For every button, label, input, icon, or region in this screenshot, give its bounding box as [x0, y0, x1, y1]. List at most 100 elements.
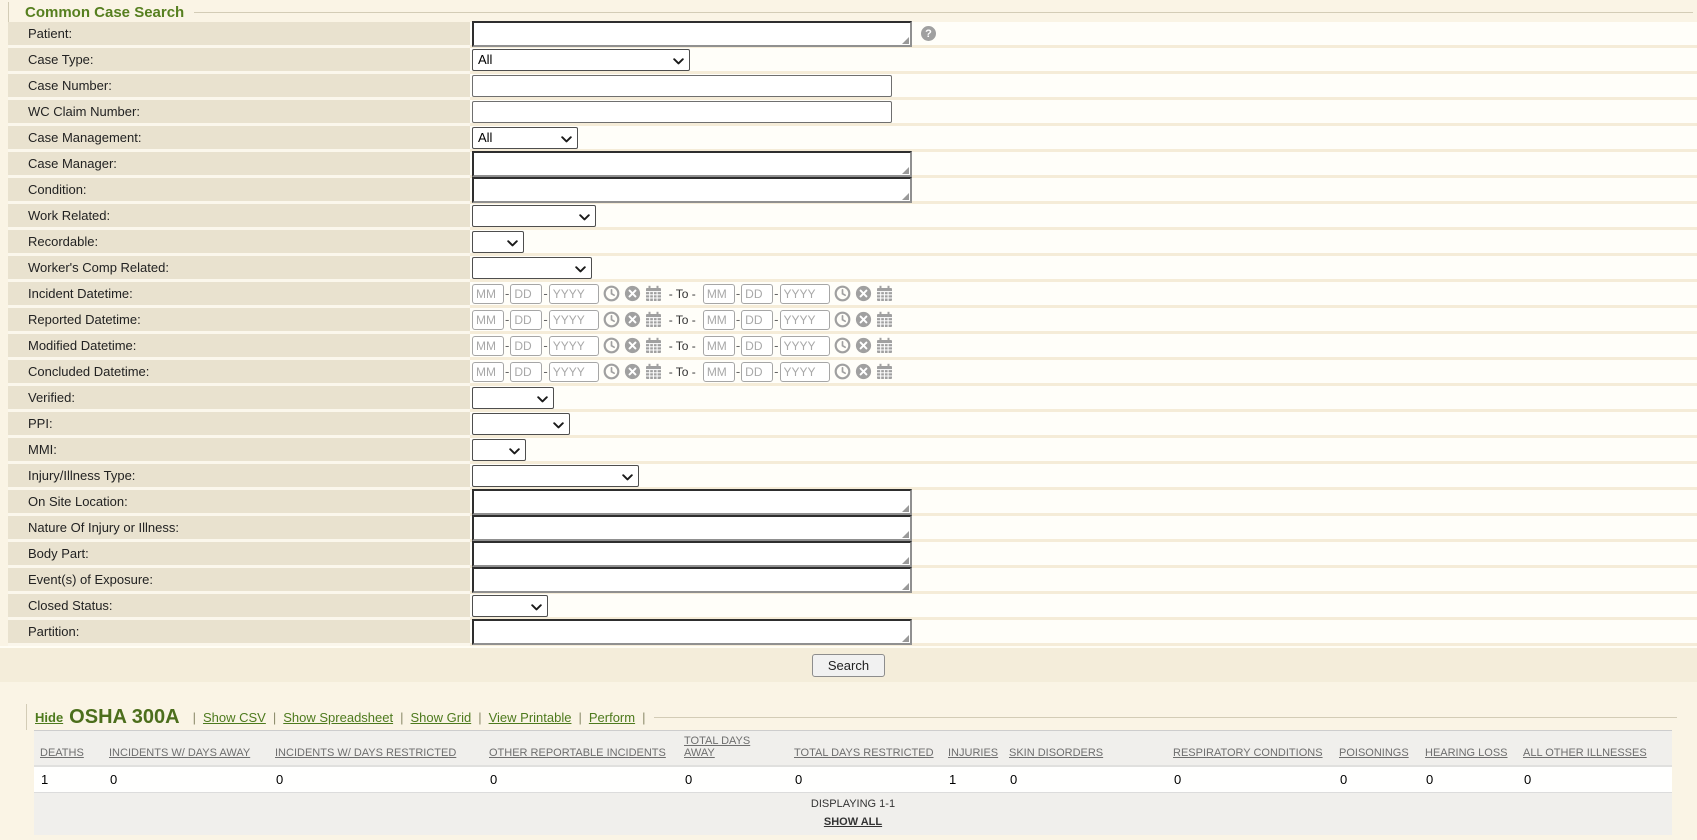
column-header-other-reportable-incidents[interactable]: OTHER REPORTABLE INCIDENTS: [483, 730, 678, 767]
recordable-select[interactable]: [472, 230, 524, 253]
resize-grip-icon[interactable]: [902, 582, 909, 590]
clear-date-icon[interactable]: [624, 337, 641, 354]
modified_datetime-to-dd-input[interactable]: [741, 335, 774, 356]
mmi-select[interactable]: [472, 438, 526, 461]
resize-grip-icon[interactable]: [902, 166, 909, 174]
calendar-icon[interactable]: [876, 363, 893, 380]
show-all-link[interactable]: SHOW ALL: [824, 816, 882, 828]
resize-grip-icon[interactable]: [902, 192, 909, 200]
on_site_location-field[interactable]: [472, 488, 912, 515]
calendar-icon[interactable]: [645, 337, 662, 354]
concluded_datetime-to-yyyy-input[interactable]: [779, 361, 830, 382]
body_part-field[interactable]: [472, 540, 912, 567]
incident_datetime-from-dd-input[interactable]: [510, 283, 543, 304]
concluded_datetime-from-mm-input[interactable]: [472, 361, 504, 382]
injury_illness_type-select[interactable]: [472, 464, 639, 487]
clock-icon[interactable]: [603, 285, 620, 302]
workers_comp_related-select[interactable]: [472, 256, 592, 279]
case_number-input[interactable]: [472, 74, 892, 97]
calendar-icon[interactable]: [876, 311, 893, 328]
resize-grip-icon[interactable]: [902, 530, 909, 538]
reported_datetime-to-mm-input[interactable]: [702, 309, 735, 330]
modified_datetime-to-date-group: --: [702, 335, 893, 356]
hide-link[interactable]: Hide: [35, 710, 63, 725]
ppi-select[interactable]: [472, 412, 570, 435]
modified_datetime-to-mm-input[interactable]: [702, 335, 735, 356]
column-header-all-other-illnesses[interactable]: ALL OTHER ILLNESSES: [1517, 730, 1672, 767]
concluded_datetime-from-dd-input[interactable]: [510, 361, 543, 382]
clear-date-icon[interactable]: [855, 311, 872, 328]
search-button[interactable]: Search: [811, 653, 886, 677]
partition-field[interactable]: [472, 618, 912, 645]
clock-icon[interactable]: [603, 363, 620, 380]
view-printable-link[interactable]: View Printable: [489, 710, 572, 725]
clear-date-icon[interactable]: [624, 311, 641, 328]
modified_datetime-to-yyyy-input[interactable]: [779, 335, 830, 356]
resize-grip-icon[interactable]: [902, 504, 909, 512]
help-icon[interactable]: ?: [921, 26, 936, 41]
clock-icon[interactable]: [834, 285, 851, 302]
show-spreadsheet-link[interactable]: Show Spreadsheet: [283, 710, 393, 725]
clear-date-icon[interactable]: [855, 337, 872, 354]
perform-link[interactable]: Perform: [589, 710, 635, 725]
clear-date-icon[interactable]: [855, 363, 872, 380]
condition-field[interactable]: [472, 176, 912, 203]
incident_datetime-from-mm-input[interactable]: [472, 283, 504, 304]
incident_datetime-from-yyyy-input[interactable]: [548, 283, 599, 304]
chevron-down-icon: [531, 603, 542, 611]
form-row-injury_illness_type: Injury/Illness Type:: [8, 464, 1697, 490]
reported_datetime-to-yyyy-input[interactable]: [779, 309, 830, 330]
case_type-select[interactable]: All: [472, 48, 690, 71]
column-header-incidents-w-days-restricted[interactable]: INCIDENTS W/ DAYS RESTRICTED: [269, 730, 483, 767]
incident_datetime-to-dd-input[interactable]: [741, 283, 774, 304]
events_of_exposure-field[interactable]: [472, 566, 912, 593]
case_manager-field[interactable]: [472, 150, 912, 177]
modified_datetime-from-dd-input[interactable]: [510, 335, 543, 356]
clock-icon[interactable]: [834, 337, 851, 354]
nature_of_injury-field[interactable]: [472, 514, 912, 541]
clear-date-icon[interactable]: [855, 285, 872, 302]
column-header-poisonings[interactable]: POISONINGS: [1333, 730, 1419, 767]
calendar-icon[interactable]: [645, 285, 662, 302]
column-header-skin-disorders[interactable]: SKIN DISORDERS: [1003, 730, 1167, 767]
column-header-incidents-w-days-away[interactable]: INCIDENTS W/ DAYS AWAY: [103, 730, 269, 767]
reported_datetime-from-dd-input[interactable]: [510, 309, 543, 330]
column-header-total-days-restricted[interactable]: TOTAL DAYS RESTRICTED: [788, 730, 942, 767]
column-header-respiratory-conditions[interactable]: RESPIRATORY CONDITIONS: [1167, 730, 1333, 767]
clear-date-icon[interactable]: [624, 285, 641, 302]
incident_datetime-to-mm-input[interactable]: [702, 283, 735, 304]
concluded_datetime-to-mm-input[interactable]: [702, 361, 735, 382]
show-grid-link[interactable]: Show Grid: [411, 710, 472, 725]
column-header-deaths[interactable]: DEATHS: [34, 730, 103, 767]
calendar-icon[interactable]: [645, 363, 662, 380]
column-header-injuries[interactable]: INJURIES: [942, 730, 1003, 767]
clear-date-icon[interactable]: [624, 363, 641, 380]
reported_datetime-from-mm-input[interactable]: [472, 309, 504, 330]
calendar-icon[interactable]: [876, 337, 893, 354]
concluded_datetime-to-dd-input[interactable]: [741, 361, 774, 382]
calendar-icon[interactable]: [645, 311, 662, 328]
column-header-hearing-loss[interactable]: HEARING LOSS: [1419, 730, 1517, 767]
verified-select[interactable]: [472, 386, 554, 409]
concluded_datetime-from-yyyy-input[interactable]: [548, 361, 599, 382]
calendar-icon[interactable]: [876, 285, 893, 302]
work_related-select[interactable]: [472, 204, 596, 227]
modified_datetime-from-yyyy-input[interactable]: [548, 335, 599, 356]
reported_datetime-from-yyyy-input[interactable]: [548, 309, 599, 330]
resize-grip-icon[interactable]: [902, 634, 909, 642]
clock-icon[interactable]: [603, 311, 620, 328]
modified_datetime-from-mm-input[interactable]: [472, 335, 504, 356]
case_management-select[interactable]: All: [472, 126, 578, 149]
wc_claim_number-input[interactable]: [472, 100, 892, 123]
incident_datetime-to-yyyy-input[interactable]: [779, 283, 830, 304]
reported_datetime-to-dd-input[interactable]: [741, 309, 774, 330]
resize-grip-icon[interactable]: [902, 556, 909, 564]
clock-icon[interactable]: [834, 311, 851, 328]
clock-icon[interactable]: [603, 337, 620, 354]
patient-field[interactable]: [472, 20, 912, 47]
resize-grip-icon[interactable]: [902, 36, 909, 44]
clock-icon[interactable]: [834, 363, 851, 380]
closed_status-select[interactable]: [472, 594, 548, 617]
column-header-total-days-away[interactable]: TOTAL DAYS AWAY: [678, 730, 788, 767]
show-csv-link[interactable]: Show CSV: [203, 710, 266, 725]
